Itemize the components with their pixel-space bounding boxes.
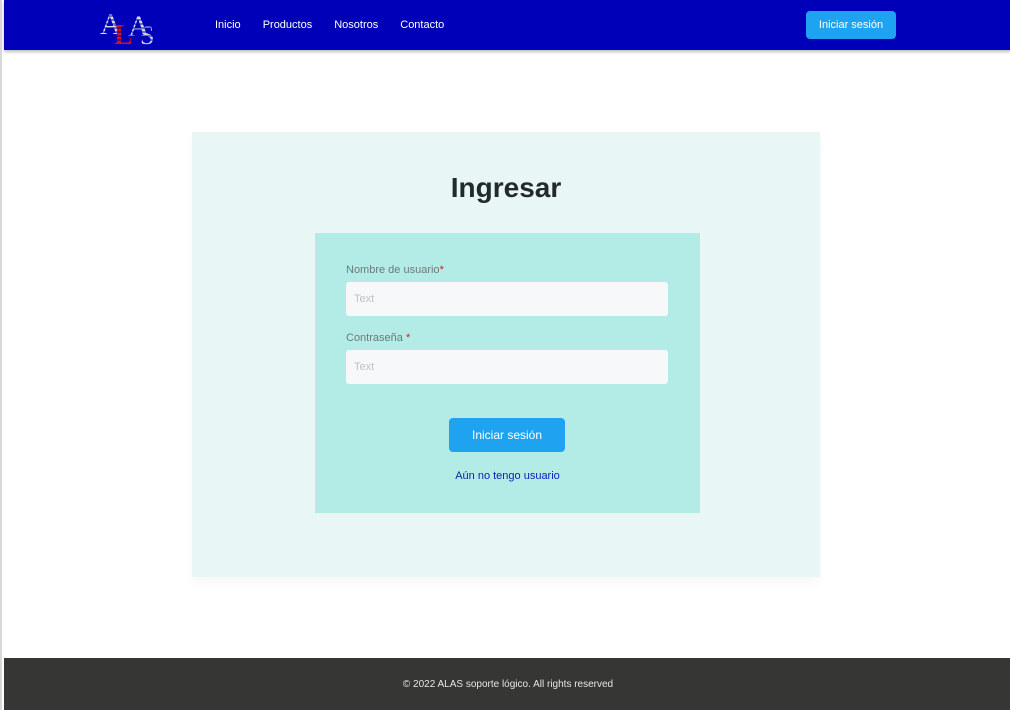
password-label-text: Contraseña [346,332,406,344]
copyright-text: © 2022 ALAS soporte lógico. All rights r… [402,678,614,690]
page-title: Ingresar [450,172,562,203]
username-label: Nombre de usuario* [346,264,444,276]
svg-text:S: S [140,21,154,46]
nav-contacto[interactable]: Contacto [400,19,444,31]
login-submit-button[interactable]: Iniciar sesión [449,418,565,452]
username-input[interactable] [346,282,668,316]
password-input[interactable] [346,350,668,384]
username-required-mark: * [439,264,444,276]
password-required-mark: * [405,332,411,344]
main-nav: Inicio Productos Nosotros Contacto [215,0,466,50]
nav-nosotros[interactable]: Nosotros [334,19,378,31]
top-navbar: A A L S Inicio Productos Nosotros Contac… [4,0,1010,50]
alas-logo[interactable]: A A L S [98,4,162,46]
register-link[interactable]: Aún no tengo usuario [315,470,700,482]
password-label: Contraseña * [346,332,410,344]
nav-productos[interactable]: Productos [263,19,313,31]
header-login-button[interactable]: Iniciar sesión [806,11,896,39]
login-form: Nombre de usuario* Contraseña * Iniciar … [315,233,700,513]
page-footer: © 2022 ALAS soporte lógico. All rights r… [4,658,1010,710]
username-label-text: Nombre de usuario [346,264,440,276]
nav-inicio[interactable]: Inicio [215,19,241,31]
login-card: Ingresar Nombre de usuario* Contraseña *… [192,132,820,577]
